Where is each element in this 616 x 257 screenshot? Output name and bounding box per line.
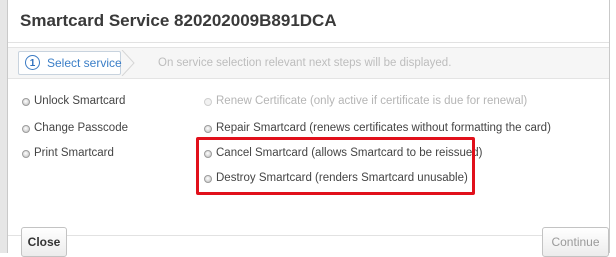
dialog-title-bar: Smartcard Service 820202009B891DCA xyxy=(8,0,609,43)
step-label: Select service xyxy=(47,56,122,70)
dialog-footer xyxy=(8,235,609,254)
option-label: Print Smartcard xyxy=(34,147,114,159)
radio-icon[interactable] xyxy=(22,150,30,158)
background-edge xyxy=(0,0,7,253)
radio-icon[interactable] xyxy=(204,125,212,133)
smartcard-service-dialog: Smartcard Service 820202009B891DCA 1 Sel… xyxy=(7,0,610,257)
radio-icon[interactable] xyxy=(204,98,212,106)
option-label: Cancel Smartcard (allows Smartcard to be… xyxy=(216,147,483,159)
radio-icon[interactable] xyxy=(204,175,212,183)
option-label: Unlock Smartcard xyxy=(34,95,126,107)
option-label: Change Passcode xyxy=(34,122,128,134)
step-hint: On service selection relevant next steps… xyxy=(158,57,452,69)
option-label: Destroy Smartcard (renders Smartcard unu… xyxy=(216,172,468,184)
option-label: Renew Certificate (only active if certif… xyxy=(216,95,528,107)
step-select-service[interactable]: 1 Select service xyxy=(18,51,122,75)
radio-icon[interactable] xyxy=(22,98,30,106)
radio-icon[interactable] xyxy=(204,150,212,158)
step-number-icon: 1 xyxy=(25,55,40,70)
highlight-box xyxy=(196,137,475,195)
radio-icon[interactable] xyxy=(22,125,30,133)
option-label: Repair Smartcard (renews certificates wi… xyxy=(216,122,551,134)
wizard-steps-bar: 1 Select service On service selection re… xyxy=(8,47,609,79)
dialog-title: Smartcard Service 820202009B891DCA xyxy=(20,11,337,30)
step-chevron-icon xyxy=(121,50,135,76)
